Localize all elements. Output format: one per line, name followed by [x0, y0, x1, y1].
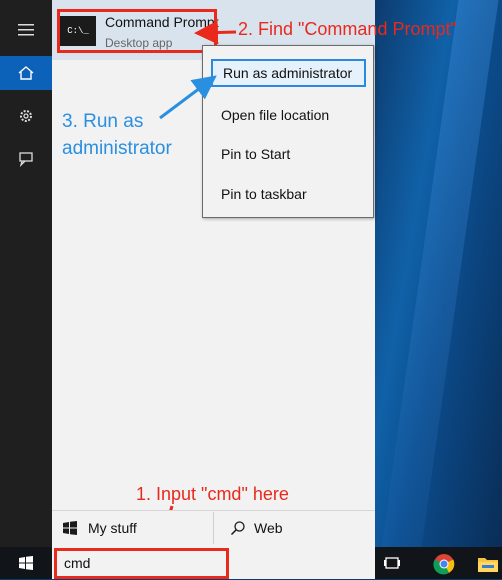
- my-stuff-label: My stuff: [88, 520, 137, 536]
- windows-logo-icon: [63, 521, 77, 535]
- bottom-divider: [213, 512, 214, 544]
- search-icon: [230, 521, 245, 536]
- web-label: Web: [254, 520, 283, 536]
- arrow-step3: [159, 75, 217, 120]
- web-button[interactable]: Web: [230, 511, 283, 545]
- windows-start-icon[interactable]: [0, 547, 52, 579]
- my-stuff-button[interactable]: My stuff: [62, 511, 137, 545]
- arrow-step2: [194, 20, 237, 45]
- annotation-arrows: [155, 20, 237, 548]
- highlight-box-input: [54, 548, 229, 579]
- chrome-icon[interactable]: [433, 553, 455, 575]
- file-explorer-icon[interactable]: [477, 553, 499, 575]
- task-view-icon[interactable]: [382, 553, 402, 573]
